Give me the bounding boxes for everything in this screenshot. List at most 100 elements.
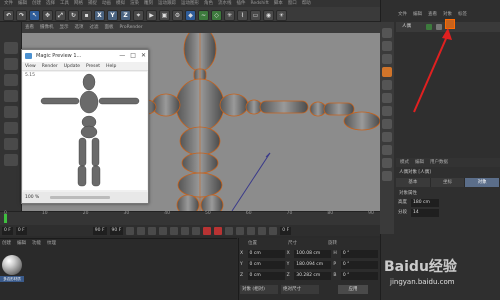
- cloner-icon[interactable]: ✳: [224, 9, 235, 21]
- rotate-icon[interactable]: ↻: [68, 9, 79, 21]
- mm-menu-texture[interactable]: 纹理: [47, 240, 56, 246]
- object-manager-tab-icon[interactable]: [382, 28, 392, 38]
- end-frame-field[interactable]: 90 F: [92, 226, 107, 235]
- record-icon[interactable]: [203, 226, 212, 235]
- mm-menu-edit[interactable]: 编辑: [17, 240, 26, 246]
- move-icon[interactable]: ✥: [42, 9, 53, 21]
- coordinate-mode-select[interactable]: 对象 (相对): [240, 285, 278, 294]
- preview-menu-help[interactable]: Help: [106, 62, 116, 70]
- menu-item-pipeline[interactable]: 流水线: [218, 0, 232, 7]
- menu-item-select[interactable]: 选择: [46, 0, 55, 7]
- menu-item-character[interactable]: 角色: [204, 0, 213, 7]
- auto-key-icon[interactable]: [214, 226, 223, 235]
- menu-item-mesh[interactable]: 网格: [74, 0, 83, 7]
- om-menu-view[interactable]: 查看: [428, 10, 437, 20]
- deformer-icon[interactable]: ⌇: [237, 9, 248, 21]
- play-icon[interactable]: [159, 226, 168, 235]
- key-selection-icon[interactable]: [225, 226, 234, 235]
- scale-icon[interactable]: ⤢: [55, 9, 66, 21]
- viewport-menu-panel[interactable]: 面板: [105, 22, 114, 33]
- attr-tab-mode[interactable]: 模式: [400, 158, 409, 167]
- rotation-b-field[interactable]: 0 °: [340, 272, 379, 280]
- scene-tab-icon[interactable]: [382, 106, 392, 116]
- preview-menu-view[interactable]: View: [25, 62, 36, 70]
- material-preview-ball[interactable]: [2, 255, 22, 275]
- viewport-menu-display[interactable]: 显示: [60, 22, 69, 33]
- menu-item-redshift[interactable]: Redshift: [251, 0, 269, 7]
- minimize-icon[interactable]: —: [119, 50, 125, 62]
- viewport-menu-filter[interactable]: 过滤: [90, 22, 99, 33]
- size-y-field[interactable]: 180.094 cm: [294, 261, 332, 269]
- content-browser-tab-icon[interactable]: [382, 41, 392, 51]
- menu-item-render[interactable]: 渲染: [130, 0, 139, 7]
- menu-item-help[interactable]: 帮助: [302, 0, 311, 7]
- camera-icon[interactable]: ◉: [263, 9, 274, 21]
- size-x-field[interactable]: 100.08 cm: [294, 250, 332, 258]
- position-y-field[interactable]: 0 cm: [247, 261, 285, 269]
- param-key-icon[interactable]: [269, 226, 278, 235]
- live-select-icon[interactable]: ↖: [29, 9, 40, 21]
- light-icon[interactable]: ☀: [276, 9, 287, 21]
- recent-tools-icon[interactable]: ▪: [81, 9, 92, 21]
- render-settings-icon[interactable]: ⚙: [172, 9, 183, 21]
- preview-end-frame-field[interactable]: 90 F: [109, 226, 124, 235]
- om-menu-edit[interactable]: 编辑: [413, 10, 422, 20]
- viewport-menu-options[interactable]: 选项: [75, 22, 84, 33]
- preview-zoom-slider[interactable]: [50, 196, 110, 199]
- prev-key-icon[interactable]: [137, 226, 146, 235]
- scale-key-icon[interactable]: [258, 226, 267, 235]
- preview-menu-preset[interactable]: Preset: [86, 62, 100, 70]
- render-view-icon[interactable]: ▶: [146, 9, 157, 21]
- subtab-coord[interactable]: 坐标: [430, 178, 466, 187]
- rotation-p-field[interactable]: 0 °: [340, 261, 379, 269]
- menu-item-edit[interactable]: 编辑: [18, 0, 27, 7]
- loop-icon[interactable]: [192, 226, 201, 235]
- start-frame-field[interactable]: 0 F: [15, 226, 27, 235]
- mograph-tab-icon[interactable]: [382, 145, 392, 155]
- menu-item-mograph[interactable]: 运动图形: [181, 0, 199, 7]
- edges-mode-icon[interactable]: [3, 106, 18, 118]
- menu-item-plugins[interactable]: 插件: [237, 0, 246, 7]
- texture-mode-icon[interactable]: [3, 74, 18, 86]
- go-to-end-icon[interactable]: [181, 226, 190, 235]
- spline-icon[interactable]: ~: [198, 9, 209, 21]
- magic-preview-window[interactable]: Magic Preview 1... — □ ✕ View Render Upd…: [21, 49, 149, 204]
- enable-axis-icon[interactable]: [3, 138, 18, 150]
- preview-menu-update[interactable]: Update: [64, 62, 80, 70]
- go-to-start-icon[interactable]: [126, 226, 135, 235]
- viewport-menu-view[interactable]: 查看: [25, 22, 34, 33]
- segments-field[interactable]: 14: [411, 209, 439, 217]
- om-menu-tags[interactable]: 标签: [458, 10, 467, 20]
- menu-item-create[interactable]: 创建: [32, 0, 41, 7]
- viewport-menu-prorender[interactable]: ProRender: [120, 22, 143, 33]
- deformer-tab-icon[interactable]: [382, 158, 392, 168]
- size-mode-select[interactable]: 绝对尺寸: [281, 285, 319, 294]
- material-name-label[interactable]: 多边形材质: [0, 276, 24, 282]
- menu-item-snap[interactable]: 捕捉: [88, 0, 97, 7]
- axis-z-toggle[interactable]: Z: [120, 9, 131, 21]
- play-backward-icon[interactable]: [148, 226, 157, 235]
- preview-menu-render[interactable]: Render: [42, 62, 58, 70]
- layers-tab-icon[interactable]: [382, 132, 392, 142]
- camera-tab-icon[interactable]: [382, 171, 392, 181]
- menu-item-tools[interactable]: 工具: [60, 0, 69, 7]
- layer-tab-icon[interactable]: [382, 67, 392, 77]
- menu-item-simulate[interactable]: 模拟: [116, 0, 125, 7]
- attributes-tab-icon[interactable]: [382, 119, 392, 129]
- om-menu-file[interactable]: 文件: [398, 10, 407, 20]
- subtab-object[interactable]: 对象: [465, 178, 500, 187]
- menu-item-animate[interactable]: 动画: [102, 0, 111, 7]
- viewport-menu-camera[interactable]: 摄像机: [40, 22, 54, 33]
- maximize-icon[interactable]: □: [130, 50, 136, 62]
- position-z-field[interactable]: 0 cm: [247, 272, 285, 280]
- apply-button[interactable]: 应用: [338, 285, 368, 294]
- attr-tab-userdata[interactable]: 用户数据: [430, 158, 448, 167]
- position-x-field[interactable]: 0 cm: [247, 250, 285, 258]
- menu-item-file[interactable]: 文件: [4, 0, 13, 7]
- axis-y-toggle[interactable]: Y: [107, 9, 118, 21]
- preview-zoom-value[interactable]: 100 %: [25, 195, 39, 200]
- position-key-icon[interactable]: [236, 226, 245, 235]
- redo-icon[interactable]: ↷: [16, 9, 27, 21]
- cube-icon[interactable]: ◆: [185, 9, 196, 21]
- rotation-key-icon[interactable]: [247, 226, 256, 235]
